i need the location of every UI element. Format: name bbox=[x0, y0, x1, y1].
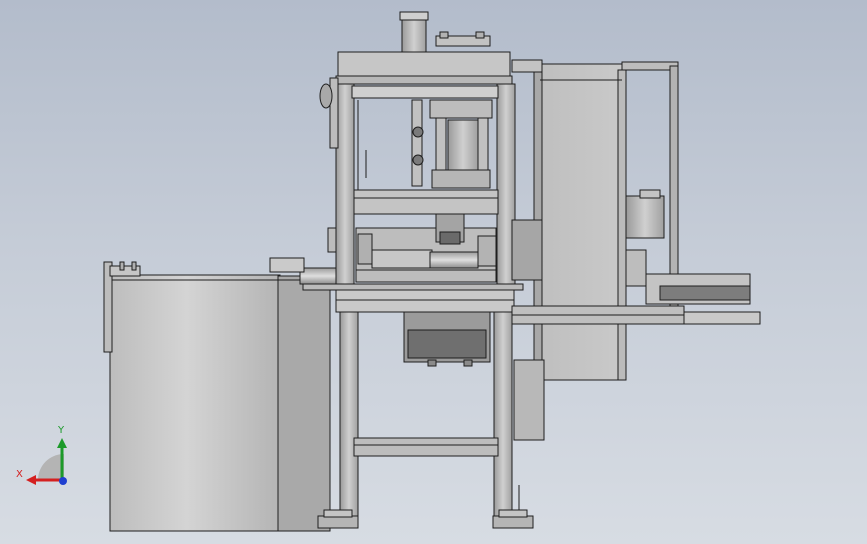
punch-mechanism bbox=[357, 99, 493, 190]
x-axis-label: X bbox=[16, 469, 23, 480]
y-axis-arrowhead bbox=[57, 438, 67, 448]
collection-bin bbox=[103, 261, 331, 532]
z-axis-dot bbox=[59, 477, 67, 485]
worktable bbox=[302, 283, 524, 367]
y-axis-label: Y bbox=[58, 425, 65, 436]
cad-viewport[interactable]: X Y bbox=[0, 0, 867, 544]
top-cylinder bbox=[399, 11, 491, 53]
x-axis-arrowhead bbox=[26, 475, 36, 485]
machine-model-view[interactable] bbox=[0, 0, 867, 544]
die-assembly bbox=[269, 213, 497, 285]
coordinate-triad bbox=[26, 438, 67, 485]
